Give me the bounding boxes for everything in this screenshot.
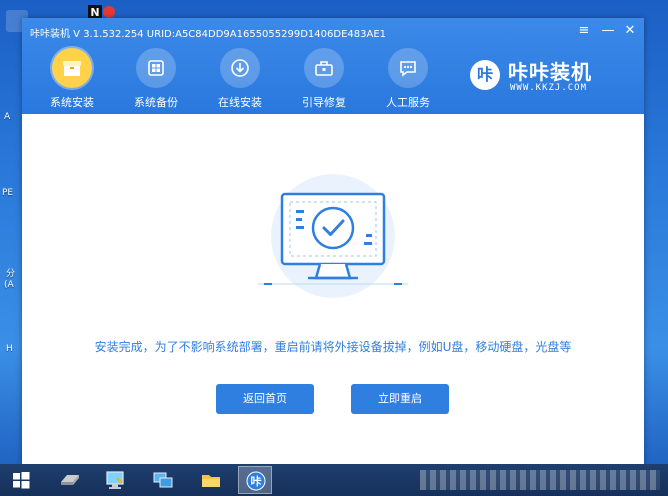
back-home-button[interactable]: 返回首页 [216,384,314,414]
drive-icon [61,475,79,485]
nav-item-system-backup[interactable]: 系统备份 [120,46,192,110]
menu-button[interactable]: ≡ [574,21,594,41]
nav-label: 系统安装 [50,96,94,109]
minimize-button[interactable]: — [598,21,618,41]
system-tray[interactable] [420,470,660,490]
taskbar-network-app[interactable] [146,466,180,494]
taskbar-kaka-app[interactable]: 咔 [238,466,272,494]
nav-label: 在线安装 [218,96,262,109]
desktop-label: A [4,112,11,122]
install-complete-illustration [258,174,408,298]
brand-url: WWW.KKZJ.COM [510,83,588,93]
taskbar: 咔 [0,464,668,496]
box-icon [52,48,92,88]
taskbar-drive-app[interactable] [52,466,86,494]
installer-window: 咔咔装机 V 3.1.532.254 URID:A5C84DD9A1655055… [22,18,644,464]
nav-item-system-install[interactable]: 系统安装 [36,46,108,110]
download-icon [220,48,260,88]
close-button[interactable]: ✕ [620,21,640,41]
desktop-label: H [6,344,13,354]
start-button[interactable] [4,466,38,494]
nav-item-online-install[interactable]: 在线安装 [204,46,276,110]
backup-icon [136,48,176,88]
computer-icon [106,471,124,489]
nav-label: 引导修复 [302,96,346,109]
nav-label: 系统备份 [134,96,178,109]
folder-icon [202,475,220,487]
nav-item-boot-repair[interactable]: 引导修复 [288,46,360,110]
main-content: 安装完成，为了不影响系统部署，重启前请将外接设备拔掉，例如U盘，移动硬盘，光盘等… [22,114,644,464]
network-icon [153,472,173,488]
nav-label: 人工服务 [386,96,430,109]
brand-name: 咔咔装机 [508,60,592,84]
notification-badge: N [88,4,116,19]
taskbar-computer-app[interactable] [98,466,132,494]
chat-icon [388,48,428,88]
desktop-label: 分 [6,269,16,279]
windows-icon [13,472,30,489]
nav-item-human-service[interactable]: 人工服务 [372,46,444,110]
install-complete-message: 安装完成，为了不影响系统部署，重启前请将外接设备拔掉，例如U盘，移动硬盘，光盘等 [94,340,572,354]
desktop: N A PE 分 (A H 咔咔装机 V 3.1.532.254 URID:A5… [0,0,668,496]
taskbar-explorer-app[interactable] [194,466,228,494]
window-title: 咔咔装机 V 3.1.532.254 URID:A5C84DD9A1655055… [30,29,387,40]
brand-logo: 咔 [470,60,500,90]
desktop-label: PE [2,188,14,198]
toolbox-icon [304,48,344,88]
desktop-label: (A [4,280,14,290]
restart-now-button[interactable]: 立即重启 [351,384,449,414]
taskbar-app-char: 咔 [250,475,262,488]
title-bar: 咔咔装机 V 3.1.532.254 URID:A5C84DD9A1655055… [22,18,644,114]
